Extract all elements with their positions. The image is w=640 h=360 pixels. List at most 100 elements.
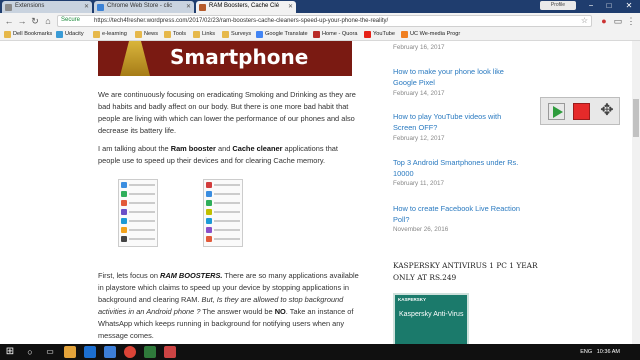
app-screenshot-left bbox=[118, 179, 158, 247]
tab-strip: Extensions ✕ Chrome Web Store - clic ✕ R… bbox=[0, 0, 640, 13]
webstore-icon bbox=[97, 4, 104, 11]
bookmark-label: Dell Bookmarks bbox=[13, 31, 53, 37]
ad-product: Kaspersky Anti-Virus bbox=[399, 311, 464, 318]
bookmark-uc-we-media[interactable]: UC We-media Progr bbox=[401, 31, 460, 38]
tab-label: Chrome Web Store - clic bbox=[107, 3, 173, 9]
site-favicon bbox=[199, 4, 206, 11]
sidebar-post-link[interactable]: Top 3 Android Smartphones under Rs. 1000… bbox=[393, 157, 523, 179]
youtube-icon bbox=[364, 31, 371, 38]
profile-button[interactable]: Profile bbox=[540, 1, 576, 10]
bookmark-label: Home - Quora bbox=[322, 31, 358, 37]
close-window-button[interactable]: ✕ bbox=[620, 0, 638, 12]
store-icon[interactable] bbox=[104, 346, 116, 358]
move-icon[interactable]: ✥ bbox=[597, 101, 617, 121]
translate-icon bbox=[256, 31, 263, 38]
article-paragraph-2: I am talking about the Ram booster and C… bbox=[98, 144, 338, 165]
kaspersky-ad-image[interactable]: KASPERSKY Kaspersky Anti-Virus bbox=[393, 293, 469, 344]
bookmark-dell[interactable]: Dell Bookmarks bbox=[4, 31, 53, 38]
article-paragraph-3: First, lets focus on RAM BOOSTERS. There… bbox=[98, 271, 359, 340]
folder-icon bbox=[193, 31, 200, 38]
url-text[interactable]: https://tech4fresher.wordpress.com/2017/… bbox=[94, 18, 388, 24]
start-icon[interactable]: ⊞ bbox=[4, 346, 16, 358]
quora-icon bbox=[313, 31, 320, 38]
bookmark-links[interactable]: Links bbox=[193, 31, 216, 38]
secure-label: Secure bbox=[61, 17, 81, 23]
tab-ram-boosters[interactable]: RAM Boosters, Cache Clé ✕ bbox=[196, 1, 296, 13]
browser-toolbar: ← → ↻ ⌂ Secure https://tech4fresher.word… bbox=[0, 13, 640, 29]
close-tab-icon[interactable]: ✕ bbox=[84, 3, 89, 10]
bookmark-surveys[interactable]: Surveys bbox=[222, 31, 252, 38]
back-button[interactable]: ← bbox=[3, 15, 15, 27]
close-tab-icon[interactable]: ✕ bbox=[288, 3, 293, 10]
app-icon[interactable] bbox=[144, 346, 156, 358]
bookmark-news[interactable]: News bbox=[135, 31, 158, 38]
sidebar-post-link[interactable]: How to create Facebook Live Reaction Pol… bbox=[393, 203, 523, 225]
bookmark-tools[interactable]: Tools bbox=[164, 31, 187, 38]
menu-icon[interactable]: ⋮ bbox=[625, 15, 637, 27]
udacity-icon bbox=[56, 31, 63, 38]
folder-icon bbox=[4, 31, 11, 38]
recorder-app-icon[interactable] bbox=[164, 346, 176, 358]
ram-booster-term: Ram booster bbox=[170, 144, 216, 153]
post-date: February 12, 2017 bbox=[393, 135, 445, 142]
post-date: November 26, 2016 bbox=[393, 226, 449, 233]
maximize-button[interactable]: □ bbox=[600, 0, 618, 12]
bookmark-label: Links bbox=[202, 31, 216, 37]
bookmark-quora[interactable]: Home - Quora bbox=[313, 31, 358, 38]
ad-title: KASPERSKY ANTIVIRUS 1 PC 1 YEAR ONLY AT … bbox=[393, 261, 538, 282]
scrollbar-thumb[interactable] bbox=[633, 99, 639, 137]
bookmark-label: YouTube bbox=[373, 31, 395, 37]
task-view-icon[interactable]: ▭ bbox=[44, 346, 56, 358]
bookmark-youtube[interactable]: YouTube bbox=[364, 31, 395, 38]
banner-text: Smartphone bbox=[170, 45, 309, 69]
folder-icon bbox=[93, 31, 100, 38]
search-icon[interactable]: ○ bbox=[24, 346, 36, 358]
puzzle-icon bbox=[5, 4, 12, 11]
home-button[interactable]: ⌂ bbox=[42, 15, 54, 27]
tab-chrome-web-store[interactable]: Chrome Web Store - clic ✕ bbox=[94, 1, 194, 13]
file-explorer-icon[interactable] bbox=[64, 346, 76, 358]
stop-icon[interactable] bbox=[573, 103, 590, 120]
address-bar[interactable]: Secure https://tech4fresher.wordpress.co… bbox=[57, 15, 592, 27]
tab-label: Extensions bbox=[15, 3, 45, 9]
minimize-button[interactable]: − bbox=[582, 0, 600, 12]
article-paragraph-1: We are continuously focusing on eradicat… bbox=[98, 90, 356, 135]
uc-icon bbox=[401, 31, 408, 38]
bookmark-google-translate[interactable]: Google Translate bbox=[256, 31, 308, 38]
scrollbar[interactable] bbox=[632, 41, 640, 344]
screen-recorder-widget: ✥ bbox=[540, 97, 620, 125]
tab-extensions[interactable]: Extensions ✕ bbox=[2, 1, 92, 13]
ram-boosters-heading: RAM BOOSTERS. bbox=[160, 271, 223, 280]
clock: 10:36 AM bbox=[596, 349, 620, 355]
sidebar-post-link[interactable]: How to make your phone look like Google … bbox=[393, 66, 523, 88]
web-page: Smartphone We are continuously focusing … bbox=[0, 41, 640, 344]
close-tab-icon[interactable]: ✕ bbox=[186, 3, 191, 10]
bookmark-udacity[interactable]: Udacity bbox=[56, 31, 84, 38]
windows-taskbar: ⊞ ○ ▭ ENG 10:36 AM bbox=[0, 344, 640, 360]
bookmark-label: Google Translate bbox=[265, 31, 308, 37]
bookmark-label: Tools bbox=[173, 31, 187, 37]
bookmark-label: Udacity bbox=[65, 31, 84, 37]
extension-icon[interactable]: ● bbox=[598, 15, 610, 27]
bookmark-e-learning[interactable]: e-learning bbox=[93, 31, 127, 38]
bookmark-star-icon[interactable]: ☆ bbox=[581, 16, 588, 25]
sidebar-post-link[interactable]: How to play YouTube videos with Screen O… bbox=[393, 111, 523, 133]
bookmark-label: Surveys bbox=[231, 31, 252, 37]
bookmarks-bar: Dell Bookmarks Udacity e-learning News T… bbox=[0, 29, 640, 41]
reload-button[interactable]: ↻ bbox=[29, 15, 41, 27]
cast-icon[interactable]: ▭ bbox=[612, 15, 624, 27]
folder-icon bbox=[135, 31, 142, 38]
forward-button[interactable]: → bbox=[16, 15, 28, 27]
app-screenshot-right bbox=[203, 179, 243, 247]
bookmark-label: News bbox=[144, 31, 158, 37]
system-tray[interactable]: ENG 10:36 AM bbox=[580, 349, 620, 355]
folder-icon bbox=[222, 31, 229, 38]
chrome-icon[interactable] bbox=[124, 346, 136, 358]
post-date: February 14, 2017 bbox=[393, 90, 445, 97]
language-indicator: ENG bbox=[580, 349, 593, 355]
post-date: February 11, 2017 bbox=[393, 180, 444, 187]
tab-label: RAM Boosters, Cache Clé bbox=[209, 3, 280, 9]
post-date: February 16, 2017 bbox=[393, 44, 445, 51]
play-icon[interactable] bbox=[548, 103, 565, 120]
edge-icon[interactable] bbox=[84, 346, 96, 358]
